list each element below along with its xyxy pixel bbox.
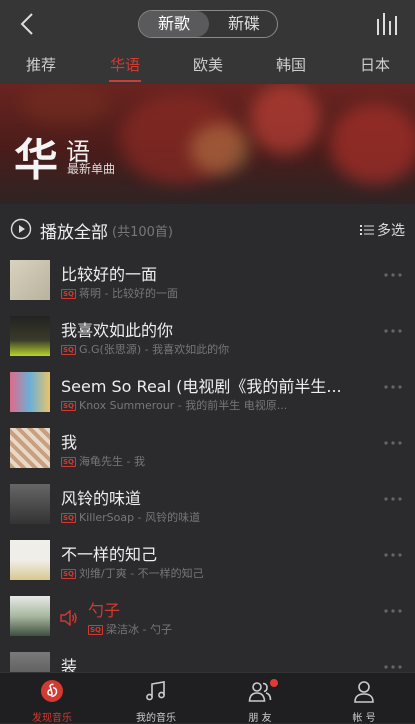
song-title: 我喜欢如此的你 xyxy=(61,321,174,340)
play-all-button[interactable]: 播放全部 xyxy=(40,218,108,243)
song-meta: SQ 梁洁冰 - 勺子 xyxy=(88,621,388,637)
segmented-control: 新歌 新碟 xyxy=(138,10,278,38)
song-meta: SQ 刘维/丁爽 - 不一样的知己 xyxy=(61,565,361,581)
nav-my-music[interactable]: 我的音乐 xyxy=(104,673,208,724)
song-title: Seem So Real (电视剧《我的前半生... xyxy=(61,377,342,396)
play-circle-icon[interactable] xyxy=(10,218,32,240)
sq-badge: SQ xyxy=(61,401,76,411)
bottom-nav: 发现音乐 我的音乐 朋 友 帐 号 xyxy=(0,672,415,724)
nav-account[interactable]: 帐 号 xyxy=(312,673,415,724)
segment-new-songs[interactable]: 新歌 xyxy=(139,11,209,37)
song-meta: SQ 蒋明 - 比较好的一面 xyxy=(61,285,361,301)
banner-title: 华 xyxy=(14,135,58,186)
list-item-playing[interactable]: 勺子 SQ 梁洁冰 - 勺子 xyxy=(0,588,415,644)
more-icon[interactable] xyxy=(383,328,403,334)
song-title: 我 xyxy=(61,433,78,452)
banner-subtitle: 最新单曲 xyxy=(67,162,116,176)
more-icon[interactable] xyxy=(383,552,403,558)
tab-chinese[interactable]: 华语 xyxy=(95,48,155,84)
song-meta: SQ 海龟先生 - 我 xyxy=(61,453,361,469)
list-item[interactable]: 风铃的味道 SQ KillerSoap - 风铃的味道 xyxy=(0,476,415,532)
album-cover xyxy=(10,372,50,412)
album-cover xyxy=(10,596,50,636)
account-icon xyxy=(354,681,374,703)
song-artist-album: 梁洁冰 - 勺子 xyxy=(106,623,172,636)
song-artist-album: G.G(张思源) - 我喜欢如此的你 xyxy=(79,343,230,356)
song-artist-album: 海龟先生 - 我 xyxy=(79,455,145,468)
tab-western[interactable]: 欧美 xyxy=(178,48,238,84)
multi-select-label: 多选 xyxy=(377,223,405,239)
more-icon[interactable] xyxy=(383,272,403,278)
top-bar: 新歌 新碟 xyxy=(0,0,415,48)
nav-discover[interactable]: 发现音乐 xyxy=(0,673,104,724)
tab-japanese[interactable]: 日本 xyxy=(345,48,405,84)
bar-chart-icon[interactable] xyxy=(375,13,401,35)
sq-badge: SQ xyxy=(61,345,76,355)
song-meta: SQ Knox Summerour - 我的前半生 电视原... xyxy=(61,397,361,413)
category-banner: 华 语 最新单曲 xyxy=(0,84,415,204)
list-item[interactable]: 不一样的知己 SQ 刘维/丁爽 - 不一样的知己 xyxy=(0,532,415,588)
region-tabs: 推荐 华语 欧美 韩国 日本 xyxy=(0,48,415,84)
album-cover xyxy=(10,260,50,300)
segment-new-albums[interactable]: 新碟 xyxy=(209,11,279,37)
multi-select-button[interactable]: 多选 xyxy=(360,220,405,240)
list-item[interactable]: 我 SQ 海龟先生 - 我 xyxy=(0,420,415,476)
song-artist-album: 刘维/丁爽 - 不一样的知己 xyxy=(79,567,204,580)
play-all-bar: 播放全部 (共100首) 多选 xyxy=(0,204,415,252)
song-count: (共100首) xyxy=(112,225,173,240)
song-artist-album: KillerSoap - 风铃的味道 xyxy=(79,511,201,524)
speaker-icon xyxy=(60,610,77,626)
nav-friends[interactable]: 朋 友 xyxy=(208,673,312,724)
tab-recommend[interactable]: 推荐 xyxy=(11,48,71,84)
notification-dot xyxy=(270,679,278,687)
sq-badge: SQ xyxy=(88,625,103,635)
more-icon[interactable] xyxy=(383,384,403,390)
list-item[interactable]: Seem So Real (电视剧《我的前半生... SQ Knox Summer… xyxy=(0,364,415,420)
netease-logo-icon xyxy=(41,680,63,702)
song-meta: SQ KillerSoap - 风铃的味道 xyxy=(61,509,361,525)
song-title: 风铃的味道 xyxy=(61,489,142,508)
sq-badge: SQ xyxy=(61,289,76,299)
sq-badge: SQ xyxy=(61,457,76,467)
tab-korean[interactable]: 韩国 xyxy=(261,48,321,84)
song-title: 比较好的一面 xyxy=(61,265,158,284)
more-icon[interactable] xyxy=(383,440,403,446)
song-meta: SQ G.G(张思源) - 我喜欢如此的你 xyxy=(61,341,361,357)
sq-badge: SQ xyxy=(61,569,76,579)
list-item[interactable]: 我喜欢如此的你 SQ G.G(张思源) - 我喜欢如此的你 xyxy=(0,308,415,364)
more-icon[interactable] xyxy=(383,608,403,614)
song-artist-album: Knox Summerour - 我的前半生 电视原... xyxy=(79,399,288,412)
song-artist-album: 蒋明 - 比较好的一面 xyxy=(79,287,178,300)
album-cover xyxy=(10,484,50,524)
song-title: 不一样的知己 xyxy=(61,545,158,564)
list-item[interactable]: 比较好的一面 SQ 蒋明 - 比较好的一面 xyxy=(0,252,415,308)
list-icon xyxy=(360,225,374,235)
album-cover xyxy=(10,316,50,356)
song-title: 勺子 xyxy=(88,601,121,620)
album-cover xyxy=(10,540,50,580)
music-note-icon xyxy=(146,681,165,701)
sq-badge: SQ xyxy=(61,513,76,523)
more-icon[interactable] xyxy=(383,664,403,670)
chevron-left-icon[interactable] xyxy=(14,10,42,38)
more-icon[interactable] xyxy=(383,496,403,502)
album-cover xyxy=(10,428,50,468)
friends-icon xyxy=(248,682,272,702)
